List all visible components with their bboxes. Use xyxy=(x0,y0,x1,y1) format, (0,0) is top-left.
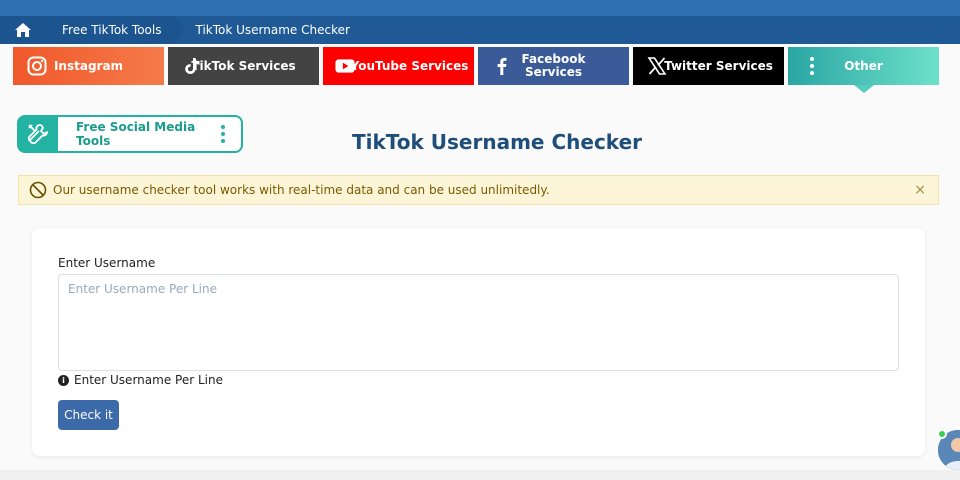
service-tiktok[interactable]: TikTok Services xyxy=(168,47,319,85)
check-it-button[interactable]: Check it xyxy=(58,400,119,430)
service-label: Instagram xyxy=(53,58,124,73)
header-strip xyxy=(0,0,960,16)
service-label: TikTok Services xyxy=(191,58,296,73)
breadcrumb-label: Free TikTok Tools xyxy=(62,23,162,37)
tiktok-icon xyxy=(182,56,202,76)
checker-form-card: Enter Username i Enter Username Per Line… xyxy=(32,228,925,456)
home-icon xyxy=(15,23,31,37)
breadcrumb-item-free-tiktok-tools[interactable]: Free TikTok Tools xyxy=(46,16,187,44)
hint-text: Enter Username Per Line xyxy=(74,373,223,387)
alert-text: Our username checker tool works with rea… xyxy=(53,183,550,197)
breadcrumb-item-current: TikTok Username Checker xyxy=(175,16,363,44)
page-footer-edge xyxy=(0,470,960,480)
free-social-media-tools-button[interactable]: Free Social Media Tools xyxy=(17,115,243,153)
facebook-icon xyxy=(492,56,512,76)
services-nav: Instagram TikTok Services YouTube Servic… xyxy=(13,47,939,93)
info-alert: Our username checker tool works with rea… xyxy=(18,175,939,205)
kebab-icon xyxy=(213,125,233,143)
online-status-dot xyxy=(937,429,947,439)
service-other[interactable]: Other xyxy=(788,47,939,93)
username-hint: i Enter Username Per Line xyxy=(58,373,223,387)
service-label: Facebook Services xyxy=(521,52,586,79)
breadcrumb-home[interactable] xyxy=(0,16,46,44)
username-input[interactable] xyxy=(58,274,899,371)
breadcrumb-label: TikTok Username Checker xyxy=(195,23,350,37)
tools-icon xyxy=(18,117,58,151)
service-twitter[interactable]: Twitter Services xyxy=(633,47,784,85)
info-icon: i xyxy=(58,374,69,386)
service-label: Other xyxy=(844,58,883,73)
page-title: TikTok Username Checker xyxy=(352,130,642,154)
ban-icon xyxy=(29,181,47,199)
x-icon xyxy=(647,56,667,76)
service-youtube[interactable]: YouTube Services xyxy=(323,47,474,85)
service-facebook[interactable]: Facebook Services xyxy=(478,47,629,85)
top-bar: Free TikTok Tools TikTok Username Checke… xyxy=(0,0,960,44)
service-instagram[interactable]: Instagram xyxy=(13,47,164,85)
close-icon[interactable]: × xyxy=(914,182,926,198)
kebab-icon xyxy=(802,56,822,76)
instagram-icon xyxy=(27,56,47,76)
username-label: Enter Username xyxy=(58,256,156,270)
youtube-icon xyxy=(335,56,355,76)
tools-button-label: Free Social Media Tools xyxy=(76,120,196,148)
breadcrumb: Free TikTok Tools TikTok Username Checke… xyxy=(0,16,960,44)
